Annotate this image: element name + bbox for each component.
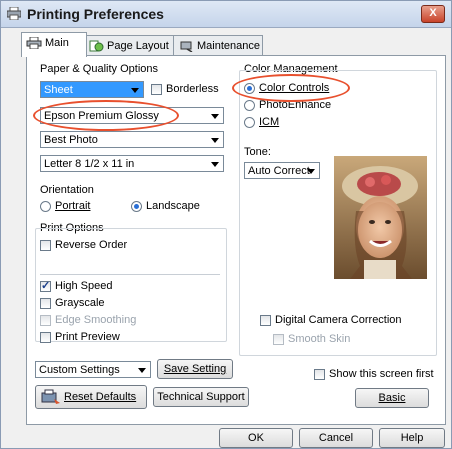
smooth-skin-checkbox[interactable] [273,334,284,345]
close-button[interactable]: X [421,5,445,23]
sample-photo [334,156,427,279]
reverse-order-label: Reverse Order [55,239,128,251]
tab-maintenance[interactable]: Maintenance [173,35,263,56]
portrait-radio[interactable] [40,201,51,212]
tab-main-label: Main [45,37,69,49]
edge-smoothing-checkbox[interactable] [40,315,51,326]
printer-icon [7,7,21,20]
printing-preferences-window: Printing Preferences X Main Page Layout … [0,0,452,449]
quality-value: Best Photo [44,134,98,146]
reset-defaults-button[interactable]: Reset Defaults [35,385,147,409]
tone-value: Auto Correct [248,165,310,177]
tab-page-layout[interactable]: Page Layout [83,35,177,56]
quality-select[interactable]: Best Photo [40,131,224,148]
chevron-down-icon [307,169,315,174]
tab-main[interactable]: Main [21,32,87,57]
paper-source-value: Sheet [44,84,73,96]
technical-support-button[interactable]: Technical Support [153,387,249,407]
print-preview-checkbox[interactable] [40,332,51,343]
smooth-skin-label: Smooth Skin [288,333,351,345]
paper-size-select[interactable]: Letter 8 1/2 x 11 in [40,155,224,172]
cancel-label: Cancel [318,432,354,444]
grayscale-label: Grayscale [55,297,105,309]
reverse-order-checkbox[interactable] [40,240,51,251]
paper-size-value: Letter 8 1/2 x 11 in [44,158,135,170]
custom-settings-value: Custom Settings [39,364,120,376]
borderless-checkbox[interactable] [151,84,162,95]
landscape-radio[interactable] [131,201,142,212]
technical-support-label: Technical Support [157,391,245,403]
landscape-label: Landscape [146,200,200,212]
color-controls-highlight-circle [232,74,350,102]
cancel-button[interactable]: Cancel [299,428,373,448]
reset-icon [41,389,60,404]
borderless-label: Borderless [166,83,219,95]
icm-label: ICM [259,116,280,128]
digital-camera-correction-label: Digital Camera Correction [275,314,402,326]
basic-label: Basic [378,392,406,404]
show-screen-first-checkbox[interactable] [314,369,325,380]
print-preview-label: Print Preview [55,331,120,343]
tone-select[interactable]: Auto Correct [244,162,320,179]
maintenance-icon [180,41,193,53]
tone-label: Tone: [244,146,271,158]
tab-maintenance-label: Maintenance [197,40,260,52]
printer-icon [26,37,42,50]
page-layout-icon [89,40,104,52]
paper-quality-group-label: Paper & Quality Options [40,63,159,75]
orientation-label: Orientation [40,184,94,196]
title-bar[interactable]: Printing Preferences X [1,1,451,28]
basic-button[interactable]: Basic [355,388,429,408]
high-speed-checkbox[interactable] [40,279,51,292]
chevron-down-icon [138,368,146,373]
save-setting-button[interactable]: Save Setting [157,359,233,379]
save-setting-label: Save Setting [163,363,227,375]
digital-camera-correction-checkbox[interactable] [260,315,271,326]
help-button[interactable]: Help [379,428,445,448]
show-screen-first-label: Show this screen first [329,368,434,380]
ok-label: OK [248,432,264,444]
help-label: Help [400,432,424,444]
chevron-down-icon [211,138,219,143]
main-tab-panel: Paper & Quality Options Sheet Borderless… [26,55,446,425]
paper-type-highlight-circle [33,100,179,131]
high-speed-label: High Speed [55,280,113,292]
edge-smoothing-label: Edge Smoothing [55,314,137,326]
grayscale-checkbox[interactable] [40,298,51,309]
chevron-down-icon [211,114,219,119]
chevron-down-icon [211,162,219,167]
portrait-label: Portrait [55,200,91,212]
photoenhance-radio[interactable] [244,100,255,111]
custom-settings-select[interactable]: Custom Settings [35,361,151,378]
chevron-down-icon [131,88,139,93]
ok-button[interactable]: OK [219,428,293,448]
window-title: Printing Preferences [27,6,164,22]
paper-source-select[interactable]: Sheet [40,81,144,98]
reset-defaults-label: Reset Defaults [64,391,137,403]
icm-radio[interactable] [244,117,255,128]
tab-page-layout-label: Page Layout [107,40,169,52]
divider [40,274,220,275]
